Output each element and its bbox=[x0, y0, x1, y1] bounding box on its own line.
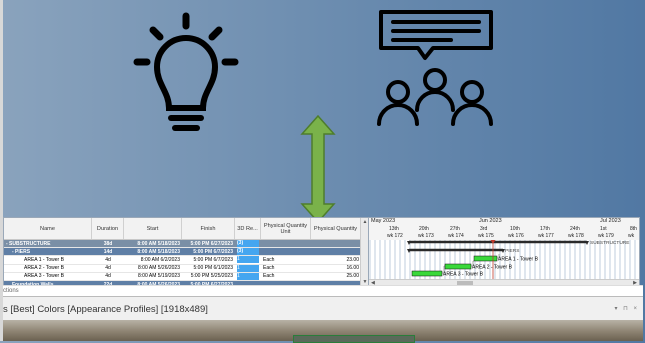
row-duration: 4d bbox=[105, 265, 111, 272]
status-text: ctions bbox=[3, 288, 19, 294]
row-3d: 1 bbox=[235, 256, 261, 264]
bar-label: AREA 3 - Tower B bbox=[443, 272, 484, 278]
column-3d-resources[interactable]: 3D Re... bbox=[235, 218, 261, 239]
row-3d-badge: (3) bbox=[237, 248, 259, 256]
row-3d: (3) bbox=[235, 248, 261, 256]
row-unit: Each bbox=[263, 265, 275, 272]
column-start[interactable]: Start bbox=[124, 218, 182, 239]
column-physical-quantity[interactable]: Physical Quantity bbox=[311, 218, 361, 239]
row-name: - PIERS bbox=[12, 248, 31, 255]
month-label: Jul 2023 bbox=[600, 218, 621, 224]
column-physical-quantity-unit[interactable]: Physical Quantity Unit bbox=[261, 218, 311, 239]
row-3d: 1 bbox=[235, 264, 261, 272]
table-row[interactable]: AREA 2 - Tower B 4d 8:00 AM 5/26/2023 5:… bbox=[4, 264, 361, 273]
week-label: wk 176 bbox=[508, 233, 524, 239]
appearance-profiles-panel-header[interactable]: s [Best] Colors [Appearance Profiles] [1… bbox=[3, 296, 643, 321]
task-bar-area-1[interactable] bbox=[473, 255, 498, 262]
day-label: 17th bbox=[540, 226, 550, 232]
lightbulb-icon bbox=[133, 12, 239, 131]
row-finish: 5:00 PM 5/25/2023 bbox=[190, 273, 233, 280]
task-grid: Name Duration Start Finish 3D Re... Phys… bbox=[3, 217, 370, 290]
day-label: 3rd bbox=[480, 226, 488, 232]
column-finish[interactable]: Finish bbox=[182, 218, 235, 239]
week-label: wk 179 bbox=[598, 233, 614, 239]
row-name: AREA 3 - Tower B bbox=[24, 273, 64, 280]
bar-label: AREA 2 - Tower B bbox=[472, 265, 513, 271]
status-bar: ctions bbox=[3, 285, 643, 296]
day-label: 13th bbox=[389, 226, 399, 232]
table-row[interactable]: - PIERS 14d 8:00 AM 5/18/2023 5:00 PM 6/… bbox=[4, 248, 361, 257]
gantt-chart[interactable]: May 2023 Jun 2023 Jul 2023 13th 20th 27t… bbox=[368, 217, 640, 287]
day-label: 24th bbox=[570, 226, 580, 232]
week-label: wk 177 bbox=[538, 233, 554, 239]
week-label: wk 178 bbox=[568, 233, 584, 239]
row-duration: 4d bbox=[105, 256, 111, 263]
row-start: 8:00 AM 5/26/2023 bbox=[138, 265, 180, 272]
row-qty: 16.00 bbox=[346, 265, 359, 272]
week-label: wk 174 bbox=[448, 233, 464, 239]
row-finish: 5:00 PM 6/7/2023 bbox=[193, 248, 233, 255]
grid-header: Name Duration Start Finish 3D Re... Phys… bbox=[4, 218, 361, 240]
day-label: 1st bbox=[600, 226, 607, 232]
panel-window-buttons[interactable]: ▾ ⊓ × bbox=[614, 305, 639, 312]
table-row[interactable]: - SUBSTRUCTURE 38d 8:00 AM 5/18/2023 5:0… bbox=[4, 240, 361, 249]
table-row[interactable]: AREA 1 - Tower B 4d 8:00 AM 6/2/2023 5:0… bbox=[4, 256, 361, 265]
row-3d: (3) bbox=[235, 240, 261, 248]
panel-title: s [Best] Colors [Appearance Profiles] [1… bbox=[3, 304, 208, 315]
day-label: 10th bbox=[510, 226, 520, 232]
row-name: - SUBSTRUCTURE bbox=[6, 240, 51, 247]
row-3d: 1 bbox=[235, 272, 261, 280]
row-start: 8:00 AM 6/2/2023 bbox=[140, 256, 180, 263]
day-label: 8th bbox=[630, 226, 637, 232]
row-3d-badge: (3) bbox=[237, 240, 259, 248]
week-label: wk 173 bbox=[418, 233, 434, 239]
week-label: wk 175 bbox=[478, 233, 494, 239]
row-finish: 5:00 PM 6/7/2023 bbox=[193, 256, 233, 263]
row-duration: 14d bbox=[103, 248, 113, 255]
row-finish: 5:00 PM 6/1/2023 bbox=[193, 265, 233, 272]
week-label: wk bbox=[628, 233, 635, 239]
week-label: wk 172 bbox=[387, 233, 403, 239]
row-3d-badge: 1 bbox=[237, 272, 259, 280]
row-start: 8:00 AM 5/18/2023 bbox=[137, 240, 180, 247]
gantt-day-header: 13th 20th 27th 3rd 10th 17th 24th 1st 8t… bbox=[369, 226, 639, 233]
3d-view-terrain[interactable] bbox=[3, 320, 643, 343]
double-arrow-icon bbox=[300, 114, 336, 224]
row-unit: Each bbox=[263, 256, 275, 263]
row-start: 8:00 AM 5/18/2023 bbox=[137, 248, 180, 255]
column-name[interactable]: Name bbox=[4, 218, 92, 239]
row-finish: 5:00 PM 6/27/2023 bbox=[190, 240, 233, 247]
row-duration: 4d bbox=[105, 273, 111, 280]
people-speech-icon bbox=[377, 10, 493, 126]
day-label: 27th bbox=[450, 226, 460, 232]
row-3d-badge: 1 bbox=[237, 264, 259, 272]
month-label: May 2023 bbox=[371, 218, 396, 224]
row-unit: Each bbox=[263, 273, 275, 280]
row-name: AREA 2 - Tower B bbox=[24, 265, 64, 272]
column-duration[interactable]: Duration bbox=[92, 218, 124, 239]
3d-model-element bbox=[293, 335, 415, 343]
bar-label: AREA 1 - Tower B bbox=[498, 257, 539, 263]
gantt-timeline[interactable]: SUBSTRUCTURE PIERS AREA 1 - Tower B AREA… bbox=[369, 240, 639, 280]
table-row[interactable]: AREA 3 - Tower B 4d 8:00 AM 5/19/2023 5:… bbox=[4, 272, 361, 281]
row-qty: 25.00 bbox=[346, 273, 359, 280]
bar-label: SUBSTRUCTURE bbox=[590, 240, 629, 246]
row-qty: 23.00 bbox=[346, 256, 359, 263]
bar-label: PIERS bbox=[505, 248, 519, 254]
task-bar-area-3[interactable] bbox=[411, 270, 443, 277]
row-name: AREA 1 - Tower B bbox=[24, 256, 64, 263]
month-label: Jun 2023 bbox=[479, 218, 502, 224]
grid-rows: - SUBSTRUCTURE 38d 8:00 AM 5/18/2023 5:0… bbox=[4, 240, 361, 290]
row-duration: 38d bbox=[103, 240, 113, 247]
row-start: 8:00 AM 5/19/2023 bbox=[138, 273, 180, 280]
day-label: 20th bbox=[419, 226, 429, 232]
row-3d-badge: 1 bbox=[237, 256, 259, 264]
task-bar-area-2[interactable] bbox=[444, 263, 472, 270]
gantt-bars: SUBSTRUCTURE PIERS AREA 1 - Tower B AREA… bbox=[407, 240, 629, 280]
